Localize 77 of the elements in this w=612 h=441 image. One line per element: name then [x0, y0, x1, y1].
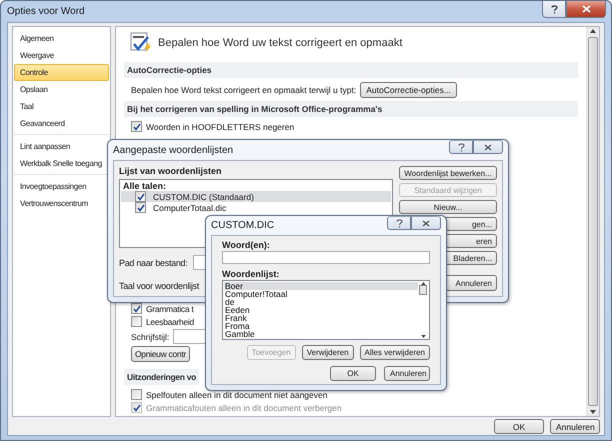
ok-button[interactable]: OK	[330, 366, 376, 381]
help-button[interactable]	[449, 140, 473, 154]
help-icon	[550, 4, 558, 14]
checkbox[interactable]	[131, 316, 142, 327]
checkbox[interactable]	[135, 202, 146, 213]
cancel-button[interactable]: Annuleren	[550, 419, 600, 434]
group-label: Alle talen:	[122, 181, 168, 191]
word-label: Woord(en):	[222, 240, 271, 250]
help-icon	[396, 218, 402, 228]
autocorrect-options-button[interactable]: AutoCorrectie-opties...	[360, 82, 457, 98]
scrollbar[interactable]	[586, 27, 599, 416]
section-header: Bij het corrigeren van spelling in Microsoft Office-programma's	[124, 101, 578, 117]
section-header: AutoCorrectie-opties	[124, 62, 578, 78]
word-item[interactable]: Gamble	[224, 330, 418, 338]
close-button[interactable]	[411, 216, 441, 230]
dialog-title: Aangepaste woordenlijsten	[113, 144, 234, 156]
dialog-button[interactable]: Verwijderen	[302, 345, 354, 360]
scroll-down-icon	[590, 410, 596, 414]
spelling-check-icon	[130, 32, 152, 54]
sidebar-item[interactable]: Lint aanpassen	[14, 138, 109, 155]
scroll-up-icon	[590, 29, 596, 33]
dictionary-name: ComputerTotaal.dic	[153, 202, 226, 212]
word-item[interactable]: Computer!Totaal	[224, 290, 418, 298]
writing-style-label: Schrijfstijl:	[131, 332, 170, 342]
sidebar-item[interactable]: Taal	[14, 98, 109, 115]
sidebar-item[interactable]: Controle	[14, 64, 109, 81]
close-icon	[582, 5, 590, 13]
dialog-button[interactable]: Alles verwijderen	[360, 345, 430, 360]
option-label: Grammatica t	[146, 304, 194, 314]
help-icon	[458, 142, 464, 152]
sidebar-item[interactable]: Opslaan	[14, 81, 109, 98]
option-label: Spelfouten alleen in dit document niet aangeven	[146, 390, 328, 400]
close-button[interactable]	[473, 140, 503, 154]
sidebar-item[interactable]: Invoegtoepassingen	[14, 178, 109, 195]
list-label: Lijst van woordenlijsten	[119, 166, 223, 176]
scrollbar-thumb[interactable]	[588, 37, 598, 406]
ok-button[interactable]: OK	[494, 419, 544, 434]
checkbox[interactable]	[131, 121, 142, 132]
dictionary-row[interactable]: CUSTOM.DIC (Standaard)	[121, 191, 391, 202]
page-heading: Bepalen hoe Word uw tekst corrigeert en opmaakt	[158, 37, 402, 49]
checkbox[interactable]	[135, 191, 146, 202]
word-item[interactable]: Frank	[224, 314, 418, 322]
dialog-title: CUSTOM.DIC	[211, 220, 274, 231]
window-title: Opties voor Word	[7, 6, 85, 17]
word-item[interactable]: Froma	[224, 322, 418, 330]
close-icon	[484, 144, 492, 150]
checkbox[interactable]	[131, 303, 142, 314]
scrollbar-thumb[interactable]	[419, 285, 427, 295]
word-list-label: Woordenlijst:	[222, 269, 280, 279]
dictionary-name: CUSTOM.DIC (Standaard)	[153, 192, 254, 202]
option-label: Leesbaarheid	[146, 316, 194, 326]
section-header: Uitzonderingen vo	[124, 369, 200, 385]
dialog-button[interactable]: Woordenlijst bewerken...	[399, 166, 497, 180]
close-icon	[422, 220, 430, 226]
dictionary-row[interactable]: ComputerTotaal.dic	[121, 202, 391, 213]
sidebar-item[interactable]: Geavanceerd	[14, 115, 109, 132]
scroll-down-icon	[420, 335, 426, 338]
help-button[interactable]	[387, 216, 411, 230]
cancel-button[interactable]: Annuleren	[384, 366, 430, 381]
autocorrect-description: Bepalen hoe Word tekst corrigeert en opmaakt terwijl u typt:	[131, 85, 356, 95]
word-input[interactable]	[222, 251, 430, 264]
option-label: Woorden in HOOFDLETTERS negeren	[146, 122, 294, 132]
checkbox[interactable]	[131, 389, 142, 400]
word-item[interactable]: de	[224, 298, 418, 306]
sidebar-item[interactable]: Werkbalk Snelle toegang	[14, 155, 109, 172]
help-button[interactable]	[542, 1, 566, 18]
close-button[interactable]	[566, 1, 606, 18]
word-item[interactable]: Eeden	[224, 306, 418, 314]
recheck-button[interactable]: Opnieuw contr	[131, 346, 190, 362]
word-item[interactable]: Boer	[224, 282, 418, 290]
path-label: Pad naar bestand:	[119, 258, 188, 268]
sidebar-item[interactable]: Vertrouwenscentrum	[14, 195, 109, 212]
language-label: Taal voor woordenlijst	[119, 281, 199, 291]
sidebar-item[interactable]: Weergave	[14, 47, 109, 64]
sidebar-item[interactable]: Algemeen	[14, 30, 109, 47]
dialog-button[interactable]: Nieuw...	[399, 200, 497, 214]
option-label: Grammaticafouten alleen in dit document verbergen	[146, 402, 342, 412]
